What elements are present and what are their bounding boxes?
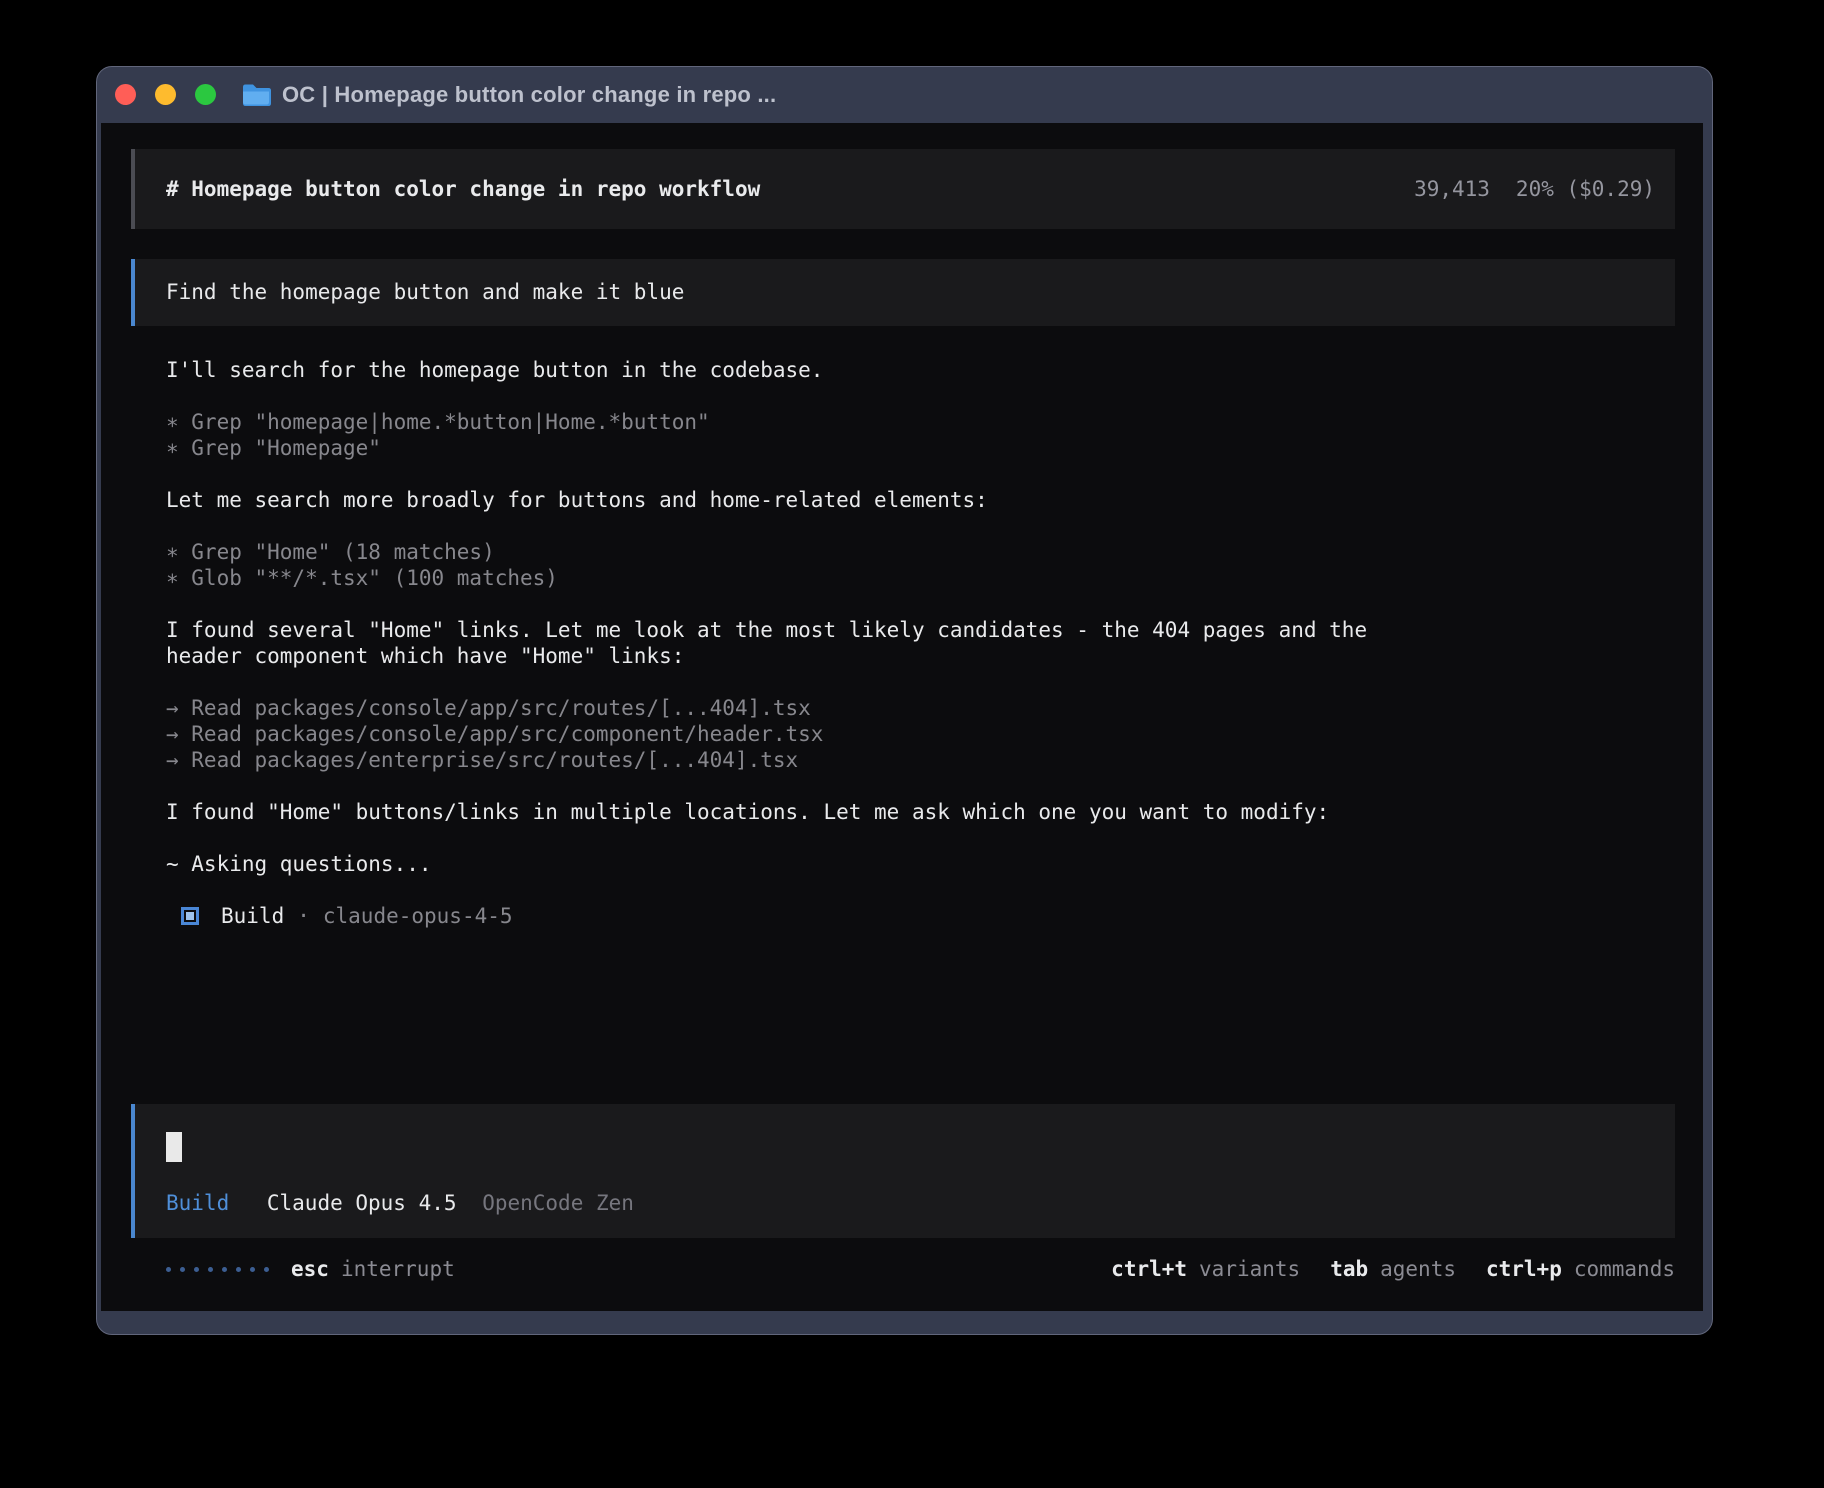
tool-call-line: → Read packages/console/app/src/componen… [166, 721, 1675, 747]
user-message-text: Find the homepage button and make it blu… [166, 280, 684, 304]
status-bar: esc interrupt ctrl+tvariants tabagents c… [166, 1256, 1675, 1282]
folder-icon [241, 83, 271, 107]
status-separator: · [297, 903, 310, 929]
assistant-message-line: I found several "Home" links. Let me loo… [166, 617, 1675, 643]
spinner-dots-icon [166, 1267, 269, 1272]
terminal-content: # Homepage button color change in repo w… [101, 123, 1703, 1311]
terminal-window: OC | Homepage button color change in rep… [96, 66, 1713, 1335]
agent-name: Build [221, 903, 284, 929]
title-wrap: OC | Homepage button color change in rep… [241, 82, 776, 108]
shortcut-hints: ctrl+tvariants tabagents ctrl+pcommands [1081, 1256, 1675, 1282]
close-button[interactable] [115, 84, 136, 105]
tool-call-line: ∗ Grep "Homepage" [166, 435, 1675, 461]
agent-status-icon [181, 907, 199, 925]
esc-key-hint: esc [291, 1256, 329, 1282]
shortcut-agents: tabagents [1330, 1256, 1456, 1282]
text-cursor [166, 1132, 182, 1162]
status-model-name: claude-opus-4-5 [323, 903, 513, 929]
titlebar[interactable]: OC | Homepage button color change in rep… [97, 67, 1712, 122]
tool-call-line: → Read packages/enterprise/src/routes/[.… [166, 747, 1675, 773]
window-title: OC | Homepage button color change in rep… [282, 82, 776, 108]
input-model-label[interactable]: Claude Opus 4.5 [267, 1191, 457, 1215]
zoom-button[interactable] [195, 84, 216, 105]
tool-call-line: ∗ Grep "Home" (18 matches) [166, 539, 1675, 565]
tool-call-line: ∗ Grep "homepage|home.*button|Home.*butt… [166, 409, 1675, 435]
assistant-message-line: I found "Home" buttons/links in multiple… [166, 799, 1675, 825]
traffic-lights [115, 84, 216, 105]
session-stats: 39,413 20% ($0.29) [1414, 176, 1655, 202]
agent-status: Build · claude-opus-4-5 [166, 903, 1675, 929]
agent-mode-label[interactable]: Build [166, 1191, 229, 1215]
tool-call-line: ∗ Glob "**/*.tsx" (100 matches) [166, 565, 1675, 591]
minimize-button[interactable] [155, 84, 176, 105]
session-title: # Homepage button color change in repo w… [166, 176, 760, 202]
token-count: 39,413 [1414, 176, 1490, 202]
esc-hint-label: interrupt [341, 1256, 455, 1282]
shortcut-commands: ctrl+pcommands [1486, 1256, 1675, 1282]
session-header: # Homepage button color change in repo w… [131, 149, 1675, 229]
input-meta: Build Claude Opus 4.5 OpenCode Zen [166, 1190, 1644, 1216]
assistant-message-line: I'll search for the homepage button in t… [166, 357, 1675, 383]
transcript: I'll search for the homepage button in t… [166, 357, 1675, 929]
tool-call-line: → Read packages/console/app/src/routes/[… [166, 695, 1675, 721]
prompt-input[interactable]: Build Claude Opus 4.5 OpenCode Zen [131, 1104, 1675, 1238]
assistant-message-line: header component which have "Home" links… [166, 643, 1675, 669]
assistant-status-line: ~ Asking questions... [166, 851, 1675, 877]
assistant-message-line: Let me search more broadly for buttons a… [166, 487, 1675, 513]
user-message: Find the homepage button and make it blu… [131, 259, 1675, 326]
context-cost: 20% ($0.29) [1516, 176, 1655, 202]
shortcut-variants: ctrl+tvariants [1111, 1256, 1300, 1282]
input-provider-label: OpenCode Zen [482, 1191, 634, 1215]
